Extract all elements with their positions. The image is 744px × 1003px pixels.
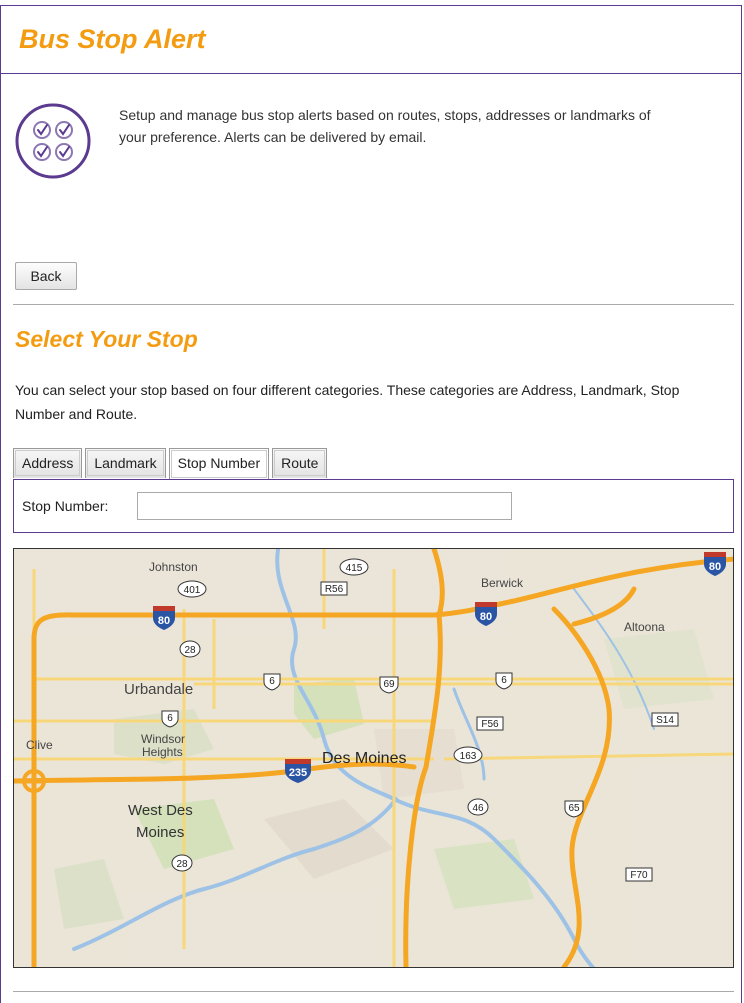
svg-text:S14: S14: [656, 715, 674, 726]
divider: [13, 304, 734, 305]
route-shield-icon: 6: [495, 672, 513, 690]
app-frame: Bus Stop Alert Setup and manage bus stop…: [0, 5, 742, 1003]
divider: [13, 991, 734, 992]
place-label: West Des: [128, 802, 193, 819]
place-label: Windsor: [141, 732, 185, 746]
svg-text:80: 80: [480, 611, 492, 623]
svg-text:401: 401: [184, 585, 201, 596]
svg-text:6: 6: [501, 675, 507, 686]
place-label: Des Moines: [322, 750, 406, 767]
svg-text:6: 6: [269, 676, 275, 687]
route-shield-icon: 401: [177, 580, 207, 598]
svg-text:69: 69: [383, 679, 395, 690]
svg-text:415: 415: [346, 563, 363, 574]
place-label: Altoona: [624, 620, 665, 634]
place-label: Moines: [136, 824, 184, 841]
place-label: Clive: [26, 738, 53, 752]
stop-number-panel: Stop Number:: [13, 479, 734, 533]
svg-text:80: 80: [158, 615, 170, 627]
stop-number-label: Stop Number:: [22, 498, 109, 514]
tab-route[interactable]: Route: [272, 448, 328, 478]
tab-address[interactable]: Address: [13, 448, 83, 478]
place-label: Berwick: [481, 576, 524, 590]
svg-text:46: 46: [472, 803, 484, 814]
route-shield-icon: 46: [467, 798, 489, 816]
stop-number-input[interactable]: [137, 492, 512, 520]
title-bar: Bus Stop Alert: [1, 6, 741, 74]
svg-text:235: 235: [289, 767, 307, 779]
route-shield-icon: S14: [651, 712, 679, 727]
route-shield-icon: 6: [263, 673, 281, 691]
svg-text:163: 163: [460, 751, 477, 762]
svg-text:R56: R56: [325, 584, 344, 595]
svg-text:80: 80: [709, 561, 721, 573]
intro-description: Setup and manage bus stop alerts based o…: [119, 107, 651, 145]
page-title: Bus Stop Alert: [19, 24, 206, 54]
tab-landmark[interactable]: Landmark: [85, 448, 166, 478]
place-label: Heights: [142, 745, 183, 759]
route-shield-icon: 28: [179, 640, 201, 658]
route-shield-icon: 6: [161, 710, 179, 728]
place-label: Urbandale: [124, 681, 193, 698]
category-tabs: Address Landmark Stop Number Route: [13, 448, 330, 480]
svg-text:65: 65: [568, 803, 580, 814]
section-title: Select Your Stop: [15, 326, 198, 352]
back-button[interactable]: Back: [15, 262, 77, 290]
svg-text:F56: F56: [481, 719, 499, 730]
route-shield-icon: 163: [453, 746, 483, 764]
route-shield-icon: 415: [339, 558, 369, 576]
svg-text:28: 28: [176, 859, 188, 870]
section-description: You can select your stop based on four d…: [15, 382, 680, 422]
route-shield-icon: R56: [320, 581, 348, 596]
tab-stop-number[interactable]: Stop Number: [168, 448, 270, 480]
checklist-icon: [15, 103, 91, 179]
route-shield-icon: 65: [564, 800, 584, 818]
svg-text:6: 6: [167, 713, 173, 724]
route-shield-icon: 69: [379, 676, 399, 694]
route-shield-icon: F56: [476, 716, 504, 731]
place-label: Johnston: [149, 560, 198, 574]
route-shield-icon: F70: [625, 867, 653, 882]
svg-text:28: 28: [184, 645, 196, 656]
svg-text:F70: F70: [630, 870, 648, 881]
map-view[interactable]: Johnston Berwick Altoona Urbandale Clive…: [13, 548, 734, 968]
route-shield-icon: 28: [171, 854, 193, 872]
